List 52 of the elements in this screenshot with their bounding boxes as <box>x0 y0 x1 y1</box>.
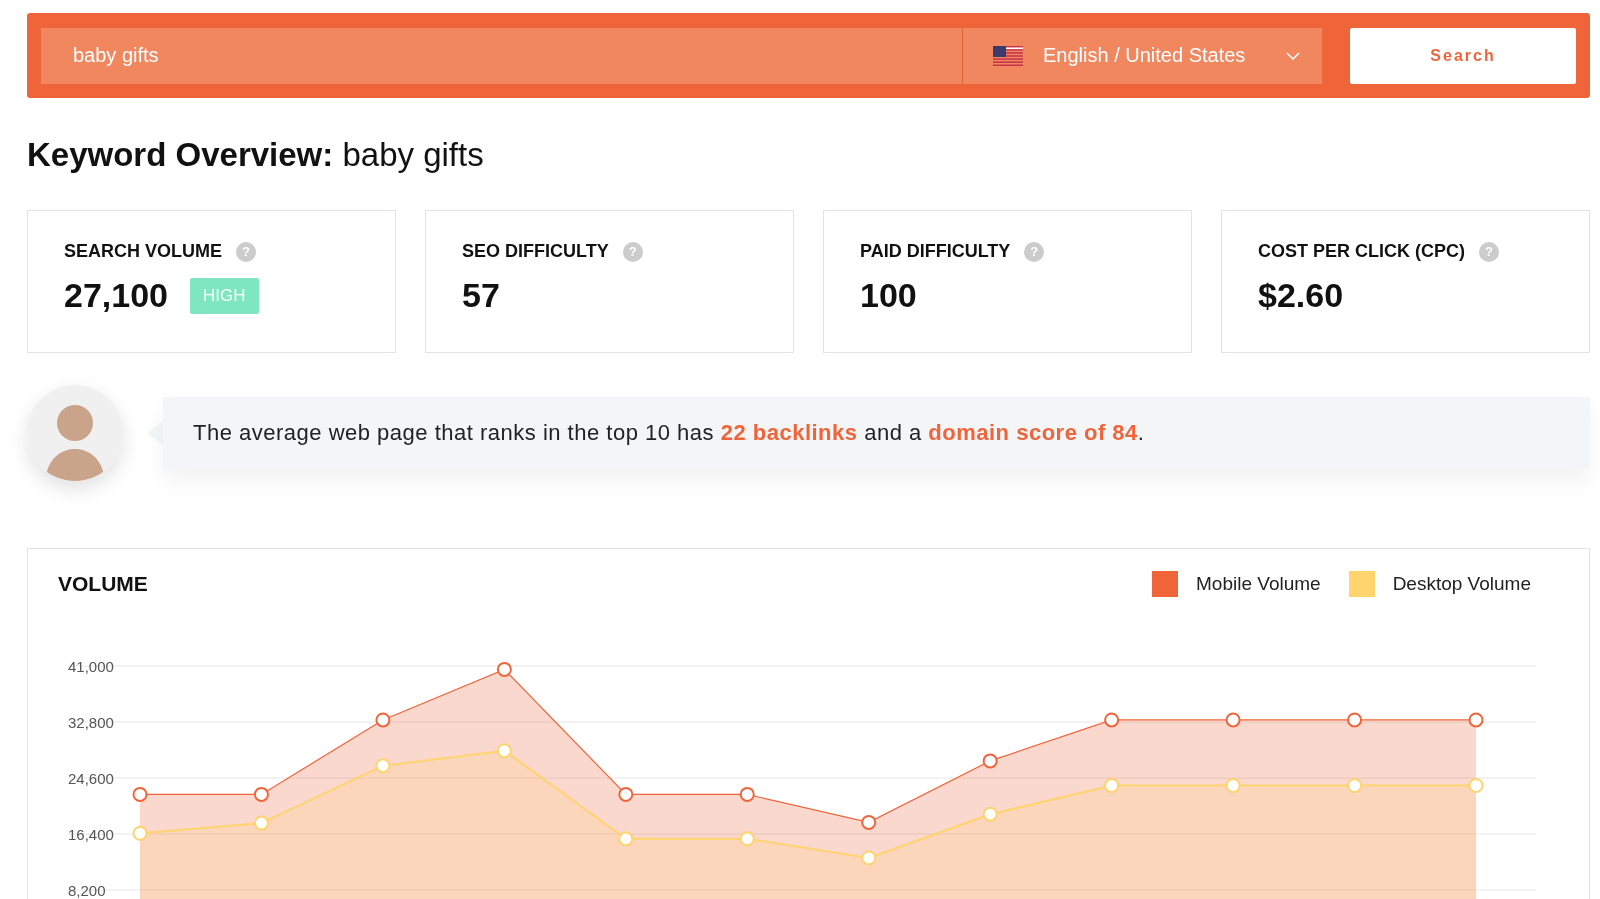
data-point <box>132 786 148 802</box>
metric-label: SEARCH VOLUME <box>64 241 222 262</box>
level-badge: HIGH <box>190 277 259 314</box>
chart-title: VOLUME <box>58 572 148 596</box>
help-icon[interactable]: ? <box>622 241 643 262</box>
help-icon[interactable]: ? <box>1479 241 1499 262</box>
axis-tick-label: 8,200 <box>68 882 106 899</box>
axis-tick-label: 24,600 <box>68 770 114 787</box>
data-point <box>253 786 269 802</box>
data-point <box>982 806 998 822</box>
data-point <box>375 758 391 774</box>
metric-label: SEO DIFFICULTY <box>462 241 609 262</box>
data-point <box>982 753 998 769</box>
data-point <box>861 814 877 830</box>
data-point <box>375 712 391 728</box>
data-point <box>1104 712 1120 728</box>
data-point <box>1347 712 1363 728</box>
data-point <box>132 825 148 841</box>
data-point <box>1225 778 1241 793</box>
axis-tick-label: 41,000 <box>68 658 114 675</box>
keyword-input[interactable]: baby gifts <box>41 27 962 84</box>
metric-label: PAID DIFFICULTY <box>860 241 1011 262</box>
data-point <box>739 831 755 847</box>
help-icon[interactable]: ? <box>1024 241 1045 262</box>
data-point <box>496 661 512 677</box>
data-point <box>1104 778 1120 793</box>
data-point <box>1468 778 1484 793</box>
data-point <box>1347 778 1363 793</box>
metric-value: $2.60 <box>1258 276 1344 315</box>
metric-value: 27,100 <box>64 276 168 315</box>
data-point <box>618 831 634 847</box>
metric-value: 100 <box>860 276 917 315</box>
chevron-down-icon <box>1286 51 1300 60</box>
data-point <box>253 815 269 831</box>
legend-label: Desktop Volume <box>1392 573 1531 595</box>
data-point <box>496 743 512 759</box>
axis-tick-label: 16,400 <box>68 826 114 843</box>
data-point <box>861 850 877 866</box>
help-icon[interactable]: ? <box>236 241 256 262</box>
data-point <box>739 786 755 802</box>
legend-label: Mobile Volume <box>1196 573 1321 595</box>
search-button[interactable]: Search <box>1350 27 1576 84</box>
metric-label: COST PER CLICK (CPC) <box>1258 241 1465 262</box>
locale-dropdown[interactable]: English / United States <box>962 27 1322 84</box>
page-title: Keyword Overview: baby gifts <box>27 136 485 174</box>
data-point <box>1468 712 1484 728</box>
data-point <box>618 786 634 802</box>
data-point <box>1225 712 1241 728</box>
axis-tick-label: 32,800 <box>68 714 114 731</box>
insight-text: The average web page that ranks in the top 10 has 22 backlinks and a domain score of 84. <box>193 420 1145 446</box>
metric-value: 57 <box>462 276 500 315</box>
flag-icon <box>993 45 1023 66</box>
